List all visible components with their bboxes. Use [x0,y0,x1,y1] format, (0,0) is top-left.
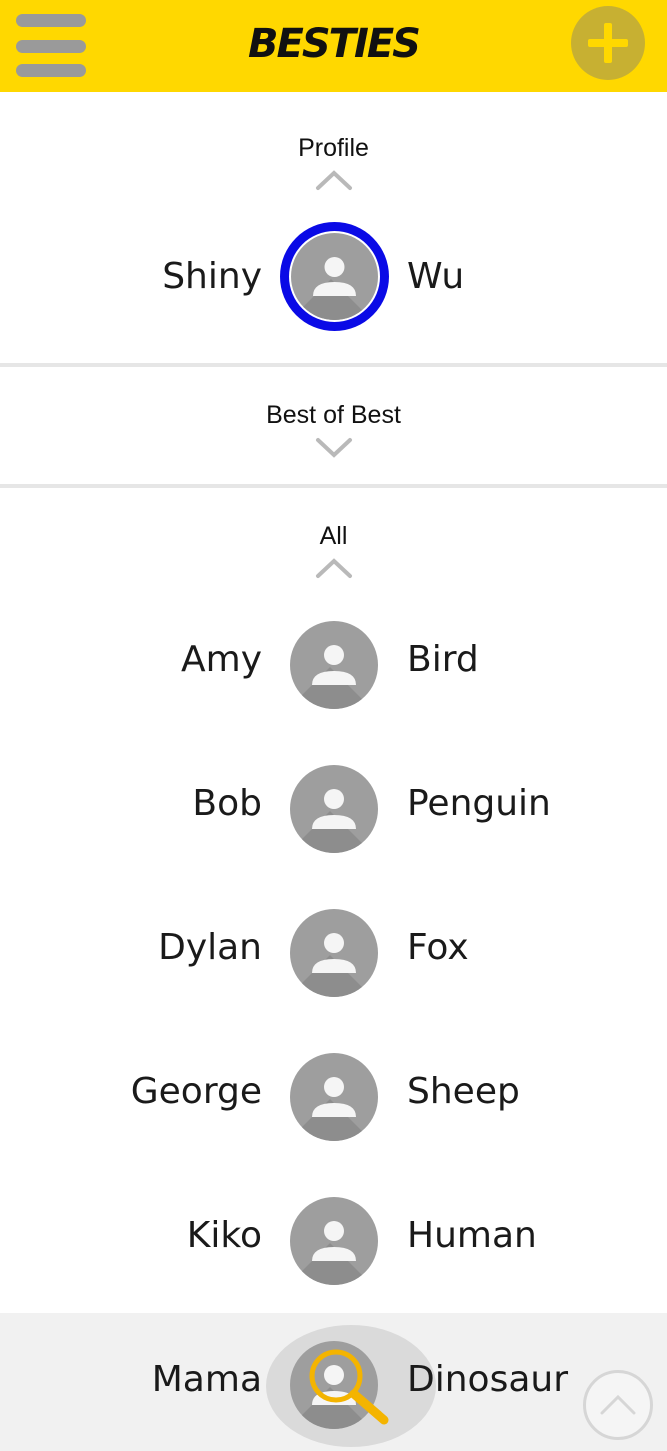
person-icon [312,645,356,685]
profile-last-name: Wu [407,256,465,297]
section-title-best: Best of Best [266,401,401,429]
first-name: Bob [192,783,262,824]
first-name: Mama [151,1359,262,1400]
scroll-to-top-button[interactable] [583,1370,653,1440]
person-icon [313,257,356,296]
last-name: Bird [407,639,479,680]
chevron-up-circle-icon [600,1394,636,1415]
add-friend-button[interactable] [571,6,645,80]
list-item[interactable]: Amy Bird [0,610,667,720]
last-name: Human [407,1215,537,1256]
last-name: Dinosaur [407,1359,568,1400]
avatar[interactable] [290,909,378,997]
first-name: Dylan [158,927,262,968]
avatar[interactable] [291,233,378,320]
profile-first-name: Shiny [162,256,262,297]
first-name: Kiko [186,1215,262,1256]
profile-avatar-ring[interactable] [280,222,389,331]
plus-icon [588,23,628,63]
first-name: George [130,1071,262,1112]
person-icon [312,933,356,973]
person-icon [312,789,356,829]
chevron-up-icon[interactable] [314,556,354,580]
app-title: BESTIES [248,21,421,67]
person-icon [312,1221,356,1261]
section-title-all: All [319,522,348,550]
list-item[interactable]: Bob Penguin [0,754,667,864]
list-item[interactable]: George Sheep [0,1042,667,1152]
magnifier-icon[interactable] [300,1340,400,1430]
first-name: Amy [181,639,262,680]
avatar[interactable] [290,765,378,853]
avatar[interactable] [290,1197,378,1285]
avatar[interactable] [290,1053,378,1141]
list-item[interactable]: Dylan Fox [0,898,667,1008]
last-name: Sheep [407,1071,520,1112]
avatar[interactable] [290,621,378,709]
chevron-up-icon[interactable] [314,168,354,192]
person-icon [312,1077,356,1117]
section-title-profile: Profile [298,134,369,162]
chevron-down-icon[interactable] [314,436,354,460]
last-name: Penguin [407,783,551,824]
section-divider [0,363,667,367]
list-item[interactable]: Kiko Human [0,1186,667,1296]
app-header: BESTIES [0,0,667,92]
section-divider [0,484,667,488]
last-name: Fox [407,927,469,968]
